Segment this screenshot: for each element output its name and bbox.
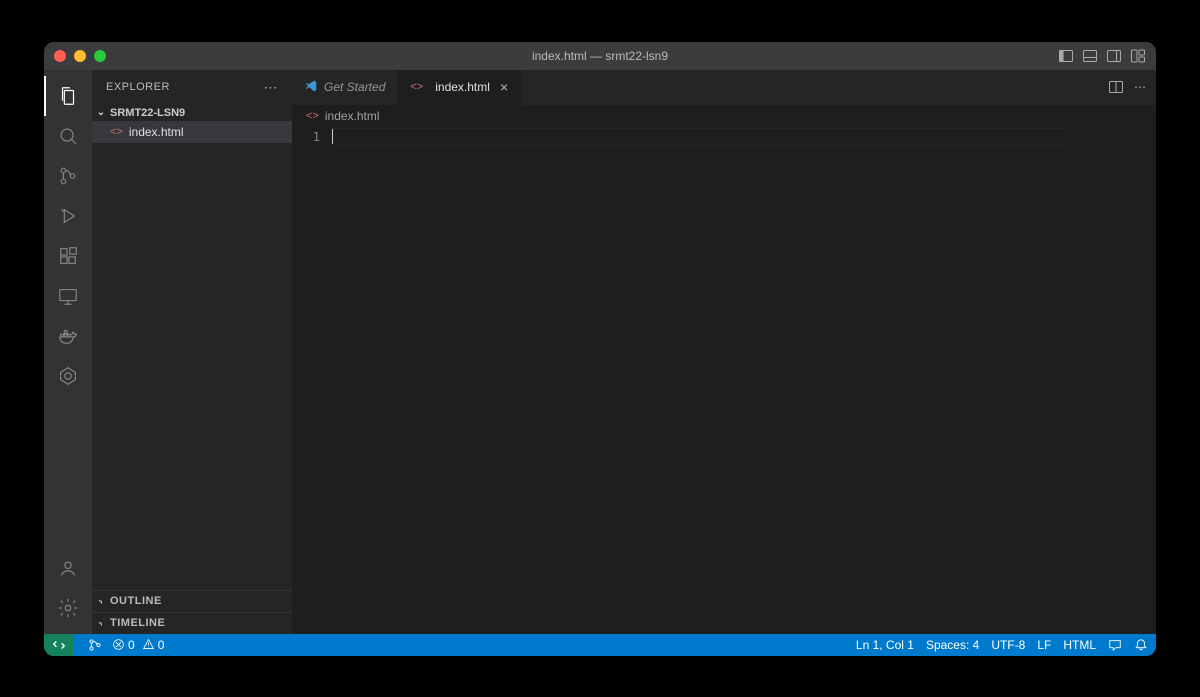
settings-activity-icon[interactable]: [44, 588, 92, 628]
html-file-icon: <>: [306, 110, 319, 122]
window-controls: [54, 50, 106, 62]
editor-tabs: Get Started <> index.html × ⋯: [292, 70, 1156, 105]
explorer-activity-icon[interactable]: [44, 76, 92, 116]
explorer-sidebar: Explorer ⋯ ⌄ SRMT22-LSN9 <> index.html ›…: [92, 70, 292, 634]
title-bar: index.html — srmt22-lsn9: [44, 42, 1156, 70]
warning-count: 0: [158, 638, 165, 652]
search-activity-icon[interactable]: [44, 116, 92, 156]
file-tree-item-index[interactable]: <> index.html: [92, 121, 292, 143]
split-editor-icon[interactable]: [1108, 79, 1124, 95]
accounts-activity-icon[interactable]: [44, 548, 92, 588]
folder-root[interactable]: ⌄ SRMT22-LSN9: [92, 105, 292, 121]
breadcrumb[interactable]: <> index.html: [292, 105, 1156, 127]
status-bar: 0 0 Ln 1, Col 1 Spaces: 4 UTF-8 LF HTML: [44, 634, 1156, 656]
outline-label: Outline: [110, 595, 162, 607]
line-number-gutter: 1: [292, 127, 332, 634]
remote-explorer-activity-icon[interactable]: [44, 276, 92, 316]
language-mode-status[interactable]: HTML: [1063, 638, 1096, 652]
indentation-status[interactable]: Spaces: 4: [926, 638, 979, 652]
breadcrumb-file: index.html: [325, 109, 380, 123]
customize-layout-icon[interactable]: [1130, 48, 1146, 64]
remote-indicator[interactable]: [44, 634, 74, 656]
source-control-status[interactable]: [88, 638, 102, 652]
problems-status[interactable]: 0 0: [112, 638, 164, 652]
vscode-window: index.html — srmt22-lsn9: [44, 42, 1156, 656]
outline-section[interactable]: › Outline: [92, 590, 292, 612]
text-cursor: [332, 129, 333, 144]
sidebar-title: Explorer: [106, 81, 170, 93]
error-count: 0: [128, 638, 135, 652]
close-tab-icon[interactable]: ×: [500, 79, 508, 95]
sidebar-header: Explorer ⋯: [92, 70, 292, 105]
toggle-primary-sidebar-icon[interactable]: [1058, 48, 1074, 64]
window-title: index.html — srmt22-lsn9: [44, 49, 1156, 63]
editor-content[interactable]: 1: [292, 127, 1156, 634]
toggle-panel-icon[interactable]: [1082, 48, 1098, 64]
editor-more-icon[interactable]: ⋯: [1134, 80, 1146, 94]
kubernetes-activity-icon[interactable]: [44, 356, 92, 396]
chevron-right-icon: ›: [92, 614, 110, 632]
sidebar-spacer: [92, 143, 292, 590]
title-bar-actions: [1058, 48, 1146, 64]
minimize-window-button[interactable]: [74, 50, 86, 62]
docker-activity-icon[interactable]: [44, 316, 92, 356]
editor-group: Get Started <> index.html × ⋯ <> index.h…: [292, 70, 1156, 634]
maximize-window-button[interactable]: [94, 50, 106, 62]
activity-bar: [44, 70, 92, 634]
tab-label: Get Started: [324, 80, 385, 94]
tab-label: index.html: [435, 80, 490, 94]
chevron-down-icon: ⌄: [94, 107, 108, 118]
toggle-secondary-sidebar-icon[interactable]: [1106, 48, 1122, 64]
feedback-icon[interactable]: [1108, 638, 1122, 652]
cursor-position-status[interactable]: Ln 1, Col 1: [856, 638, 914, 652]
close-window-button[interactable]: [54, 50, 66, 62]
extensions-activity-icon[interactable]: [44, 236, 92, 276]
html-file-icon: <>: [410, 81, 423, 93]
html-file-icon: <>: [110, 126, 123, 138]
code-area[interactable]: [332, 127, 1156, 634]
source-control-activity-icon[interactable]: [44, 156, 92, 196]
run-debug-activity-icon[interactable]: [44, 196, 92, 236]
vscode-icon: [304, 79, 318, 96]
folder-root-label: SRMT22-LSN9: [110, 107, 185, 119]
file-tree-item-label: index.html: [129, 125, 184, 139]
chevron-right-icon: ›: [92, 592, 110, 610]
encoding-status[interactable]: UTF-8: [991, 638, 1025, 652]
sidebar-more-icon[interactable]: ⋯: [264, 79, 279, 96]
tab-get-started[interactable]: Get Started: [292, 70, 398, 105]
tab-index-html[interactable]: <> index.html ×: [398, 70, 521, 105]
current-line-highlight: [332, 128, 1062, 146]
timeline-label: Timeline: [110, 617, 165, 629]
line-number: 1: [292, 128, 320, 146]
notifications-icon[interactable]: [1134, 638, 1148, 652]
timeline-section[interactable]: › Timeline: [92, 612, 292, 634]
eol-status[interactable]: LF: [1037, 638, 1051, 652]
